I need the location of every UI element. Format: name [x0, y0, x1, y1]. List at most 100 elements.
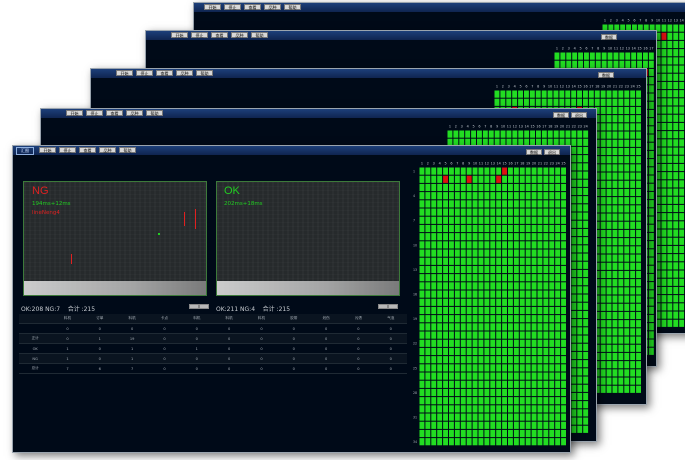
- grid-cell-ok[interactable]: [679, 147, 685, 155]
- grid-cell-ok[interactable]: [679, 139, 685, 147]
- grid-cell-ok[interactable]: [571, 228, 577, 237]
- grid-cell-ok[interactable]: [559, 130, 565, 138]
- grid-cell-ok[interactable]: [425, 372, 431, 380]
- grid-cell-ok[interactable]: [513, 183, 519, 192]
- grid-cell-ok[interactable]: [425, 257, 431, 265]
- grid-cell-ok[interactable]: [679, 303, 685, 311]
- grid-cell-ok[interactable]: [673, 139, 679, 147]
- grid-cell-ok[interactable]: [496, 216, 502, 224]
- grid-cell-ok[interactable]: [578, 52, 583, 60]
- grid-cell-ok[interactable]: [549, 257, 555, 265]
- grid-cell-ok[interactable]: [537, 397, 543, 405]
- grid-cell-ok[interactable]: [508, 200, 513, 208]
- grid-cell-ok[interactable]: [661, 163, 667, 172]
- grid-cell-ok[interactable]: [549, 347, 555, 356]
- grid-cell-ok[interactable]: [630, 123, 636, 131]
- grid-cell-ok[interactable]: [600, 90, 606, 98]
- grid-cell-ok[interactable]: [437, 274, 443, 282]
- grid-cell-ok[interactable]: [425, 388, 431, 397]
- grid-cell-ok[interactable]: [466, 347, 472, 356]
- grid-cell-ok[interactable]: [600, 221, 606, 229]
- grid-cell-ok[interactable]: [577, 269, 583, 278]
- grid-cell-ok[interactable]: [543, 388, 549, 397]
- grid-cell-ok[interactable]: [472, 224, 478, 233]
- grid-cell-ok[interactable]: [648, 241, 654, 249]
- grid-cell-ok[interactable]: [624, 131, 630, 139]
- grid-cell-ok[interactable]: [661, 122, 667, 131]
- grid-cell-ok[interactable]: [577, 130, 583, 138]
- grid-cell-ok[interactable]: [425, 364, 431, 372]
- grid-cell-ok[interactable]: [636, 115, 641, 123]
- grid-cell-ok[interactable]: [537, 438, 543, 446]
- variety-button[interactable]: 品种: [126, 110, 143, 116]
- grid-cell-ok[interactable]: [606, 139, 612, 147]
- grid-cell-ok[interactable]: [561, 421, 566, 429]
- grid-cell-ok[interactable]: [525, 257, 531, 265]
- grid-cell-ok[interactable]: [419, 339, 425, 347]
- grid-cell-ok[interactable]: [519, 192, 525, 200]
- grid-cell-ok[interactable]: [449, 183, 454, 192]
- grid-cell-ok[interactable]: [606, 106, 612, 115]
- grid-cell-ok[interactable]: [673, 172, 679, 180]
- grid-cell-ok[interactable]: [555, 249, 561, 257]
- grid-cell-ok[interactable]: [543, 413, 549, 421]
- grid-cell-ok[interactable]: [624, 156, 630, 164]
- grid-cell-ok[interactable]: [502, 298, 507, 306]
- grid-cell-ok[interactable]: [631, 52, 637, 60]
- grid-cell-ok[interactable]: [661, 24, 667, 32]
- grid-cell-ok[interactable]: [624, 270, 630, 279]
- grid-cell-ok[interactable]: [513, 405, 519, 413]
- grid-cell-ok[interactable]: [648, 101, 654, 109]
- grid-cell-ok[interactable]: [577, 187, 583, 196]
- grid-cell-ok[interactable]: [636, 311, 641, 320]
- grid-cell-ok[interactable]: [543, 438, 549, 446]
- grid-cell-ok[interactable]: [478, 282, 484, 290]
- grid-cell-ok[interactable]: [561, 257, 566, 265]
- grid-cell-ok[interactable]: [484, 323, 490, 331]
- grid-cell-ok[interactable]: [496, 356, 502, 364]
- grid-cell-ok[interactable]: [537, 298, 543, 306]
- grid-cell-ok[interactable]: [612, 361, 618, 369]
- help-button[interactable]: 帮助: [251, 32, 268, 38]
- grid-cell-ok[interactable]: [673, 188, 679, 196]
- grid-cell-ok[interactable]: [513, 192, 519, 200]
- grid-cell-ok[interactable]: [443, 306, 448, 315]
- grid-cell-ok[interactable]: [667, 90, 673, 98]
- grid-cell-ok[interactable]: [466, 356, 472, 364]
- grid-cell-ok[interactable]: [577, 212, 583, 220]
- grid-cell-ok[interactable]: [437, 282, 443, 290]
- grid-cell-ok[interactable]: [449, 282, 454, 290]
- grid-cell-ok[interactable]: [490, 208, 496, 216]
- grid-cell-ok[interactable]: [612, 172, 618, 180]
- grid-cell-ok[interactable]: [561, 331, 566, 339]
- grid-cell-ok[interactable]: [571, 343, 577, 351]
- grid-cell-ok[interactable]: [478, 175, 484, 183]
- grid-cell-ok[interactable]: [496, 429, 502, 438]
- grid-cell-ok[interactable]: [624, 139, 630, 147]
- grid-cell-ok[interactable]: [619, 60, 625, 68]
- grid-cell-ok[interactable]: [577, 401, 583, 409]
- grid-cell-ok[interactable]: [443, 241, 448, 249]
- grid-cell-ok[interactable]: [494, 90, 500, 98]
- grid-cell-ok[interactable]: [561, 380, 566, 388]
- grid-cell-ok[interactable]: [484, 274, 490, 282]
- grid-cell-ok[interactable]: [661, 262, 667, 270]
- grid-cell-ok[interactable]: [600, 106, 606, 115]
- grid-cell-ok[interactable]: [667, 254, 673, 262]
- grid-cell-ok[interactable]: [525, 274, 531, 282]
- grid-cell-ok[interactable]: [525, 429, 531, 438]
- grid-cell-ok[interactable]: [561, 323, 566, 331]
- grid-cell-ok[interactable]: [673, 311, 679, 319]
- grid-cell-ok[interactable]: [636, 295, 641, 303]
- grid-cell-ok[interactable]: [449, 413, 454, 421]
- grid-cell-ok[interactable]: [679, 221, 685, 229]
- grid-cell-ok[interactable]: [606, 352, 612, 361]
- help-button[interactable]: 帮助: [284, 4, 301, 10]
- grid-cell-ok[interactable]: [624, 262, 630, 270]
- grid-cell-ok[interactable]: [543, 315, 549, 323]
- grid-cell-ok[interactable]: [484, 183, 490, 192]
- grid-cell-ok[interactable]: [466, 167, 472, 175]
- grid-cell-ok[interactable]: [472, 306, 478, 315]
- grid-cell-ok[interactable]: [513, 265, 519, 274]
- grid-cell-ok[interactable]: [606, 188, 612, 197]
